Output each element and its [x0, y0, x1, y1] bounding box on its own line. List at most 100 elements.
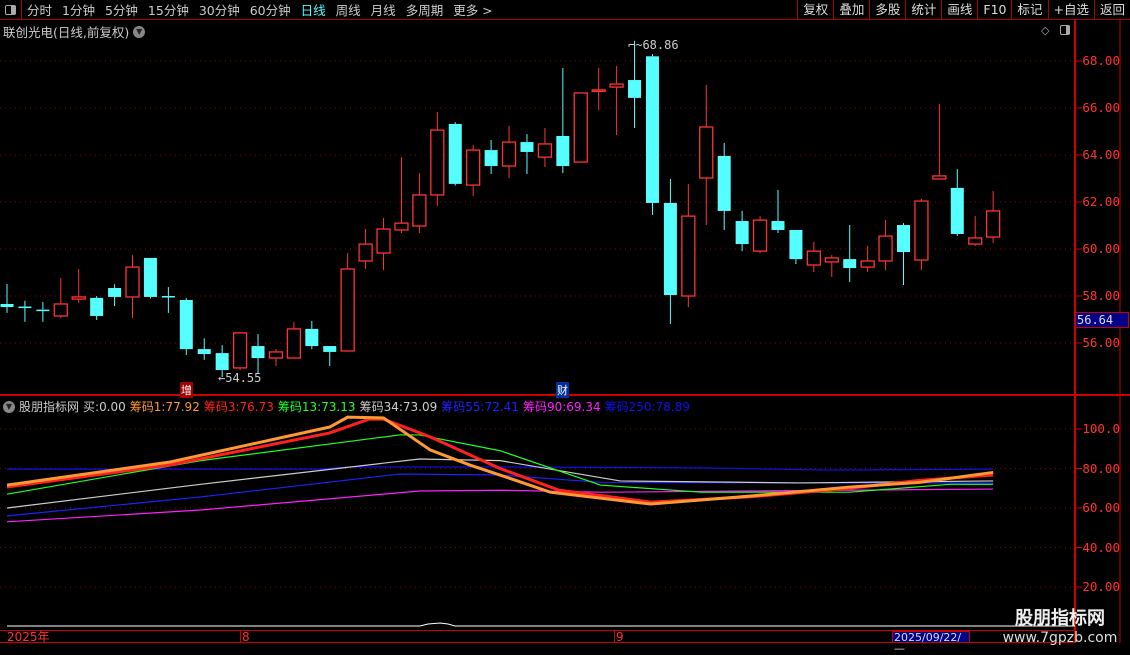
price-axis-label: 66.00	[1082, 100, 1120, 115]
legend-item: 筹码250:78.89	[605, 398, 690, 415]
legend-label: 筹码90:	[522, 400, 567, 414]
candle[interactable]	[789, 229, 803, 265]
candle[interactable]	[430, 111, 445, 206]
candle[interactable]	[251, 334, 265, 375]
buy-label: 买:	[83, 400, 100, 414]
event-marker-cai[interactable]: 财	[556, 382, 569, 398]
candle[interactable]	[897, 223, 910, 285]
watermark-url: www.7gpzb.com	[1002, 630, 1118, 646]
candle-body	[771, 221, 785, 230]
candle[interactable]	[752, 216, 768, 253]
candle[interactable]	[645, 53, 659, 215]
candle[interactable]	[556, 68, 570, 174]
candle-body	[466, 149, 481, 186]
candle[interactable]	[466, 144, 481, 196]
legend-item: 筹码90:69.34	[523, 398, 601, 415]
candle[interactable]	[986, 190, 1001, 243]
candle-body	[340, 268, 355, 352]
candle-body	[699, 126, 714, 179]
candle[interactable]	[71, 268, 86, 304]
candle[interactable]	[268, 349, 284, 367]
candle-body	[197, 349, 211, 355]
candle[interactable]	[448, 122, 462, 186]
current-date-label: 2025/09/22/—	[892, 631, 970, 654]
price-axis-label: 64.00	[1082, 147, 1120, 162]
candle[interactable]	[179, 298, 193, 355]
candle-body	[484, 150, 498, 167]
indicator-axis-label: 60.00	[1082, 500, 1120, 515]
candle[interactable]	[18, 300, 32, 322]
candle[interactable]	[717, 143, 731, 230]
candle-body	[735, 221, 749, 245]
candle[interactable]	[860, 245, 875, 273]
chevron-down-icon[interactable]: ▼	[3, 400, 15, 413]
candle[interactable]	[323, 346, 337, 367]
candle-body	[18, 306, 32, 309]
candle[interactable]	[968, 216, 983, 246]
candle[interactable]	[108, 284, 122, 307]
candle[interactable]	[286, 322, 302, 359]
candle[interactable]	[376, 217, 391, 271]
legend-label: 筹码3:	[203, 400, 240, 414]
event-marker-zeng[interactable]: 增	[180, 382, 193, 398]
candle-body	[752, 219, 768, 252]
candle[interactable]	[0, 284, 14, 313]
candle[interactable]	[53, 277, 68, 319]
candle-body	[717, 155, 731, 211]
candle[interactable]	[36, 301, 50, 322]
candle[interactable]	[824, 255, 839, 277]
candle[interactable]	[520, 134, 534, 175]
candle[interactable]	[232, 331, 248, 371]
candle[interactable]	[305, 320, 319, 350]
indicator-axis-label: 20.00	[1082, 579, 1120, 594]
month-label: 9	[614, 630, 624, 644]
candle[interactable]	[501, 126, 517, 179]
candle[interactable]	[681, 183, 696, 308]
high-price-label: ⌐~68.86	[628, 38, 679, 52]
candle-body	[286, 328, 302, 359]
legend-value: 73.09	[402, 400, 438, 414]
candle[interactable]	[735, 210, 749, 252]
candle[interactable]	[663, 178, 677, 324]
candle-body	[591, 89, 606, 93]
candle[interactable]	[197, 338, 211, 360]
candle[interactable]	[340, 252, 355, 352]
legend-label: 筹码13:	[277, 400, 322, 414]
candle[interactable]	[394, 157, 409, 234]
price-axis-label: 58.00	[1082, 288, 1120, 303]
candle[interactable]	[843, 225, 857, 282]
candle-body	[0, 303, 14, 308]
candle[interactable]	[806, 241, 821, 273]
candle-body	[36, 309, 50, 312]
candle[interactable]	[628, 40, 642, 128]
candle[interactable]	[914, 198, 929, 271]
candle-body	[520, 142, 534, 152]
candle[interactable]	[950, 169, 964, 237]
candle-body	[376, 228, 391, 254]
candle[interactable]	[878, 220, 893, 271]
candle[interactable]	[143, 257, 157, 299]
candle[interactable]	[932, 104, 947, 180]
legend-label: 筹码55:	[441, 400, 485, 414]
candle-body	[215, 353, 229, 371]
candle[interactable]	[484, 139, 498, 175]
candle[interactable]	[609, 65, 624, 136]
buy-value: 0.00	[99, 399, 126, 414]
candle[interactable]	[125, 255, 140, 319]
legend-label: 筹码250:	[604, 400, 656, 414]
candle[interactable]	[537, 127, 553, 167]
candle[interactable]	[161, 287, 175, 313]
candle[interactable]	[573, 92, 588, 163]
candle[interactable]	[771, 190, 785, 234]
chart-canvas[interactable]	[0, 0, 1130, 650]
volume-line	[7, 622, 1075, 627]
candle[interactable]	[90, 296, 104, 320]
candle[interactable]	[412, 173, 427, 234]
candle[interactable]	[699, 84, 714, 226]
candle[interactable]	[591, 68, 606, 111]
candle-body	[501, 141, 517, 167]
candle-body	[609, 83, 624, 88]
candle[interactable]	[358, 229, 373, 269]
legend-value: 69.34	[566, 400, 601, 414]
watermark-title: 股朋指标网	[1015, 608, 1105, 629]
